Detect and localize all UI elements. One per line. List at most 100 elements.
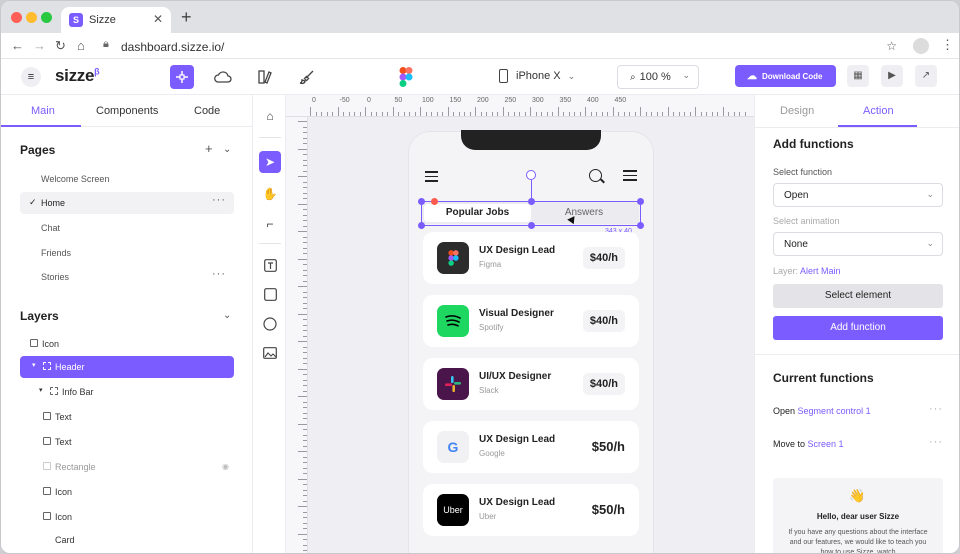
more-icon[interactable]: ··· bbox=[212, 268, 226, 280]
resize-handle[interactable] bbox=[418, 198, 425, 205]
function-row[interactable]: Move to Screen 1 ··· bbox=[773, 436, 943, 449]
frame-tool-icon[interactable] bbox=[170, 65, 194, 89]
maximize-window-button[interactable] bbox=[41, 12, 52, 23]
job-title: UX Design Lead bbox=[479, 434, 556, 445]
select-animation-dropdown[interactable]: None ⌄ bbox=[773, 232, 943, 256]
resize-handle[interactable] bbox=[431, 198, 438, 205]
search-icon[interactable] bbox=[589, 169, 602, 182]
forward-icon[interactable]: → bbox=[33, 38, 46, 53]
ruler-tick bbox=[303, 236, 307, 238]
browser-tab[interactable]: S Sizze ✕ bbox=[61, 7, 171, 33]
device-selector[interactable]: iPhone X ⌄ bbox=[499, 69, 575, 83]
layer-item[interactable]: Card bbox=[20, 529, 234, 551]
more-icon[interactable]: ··· bbox=[212, 194, 226, 206]
ruler-tick bbox=[700, 112, 702, 116]
close-window-button[interactable] bbox=[11, 12, 22, 23]
hand-icon[interactable]: ✋ bbox=[259, 183, 281, 205]
job-title: UI/UX Designer bbox=[479, 371, 552, 382]
caret-down-icon[interactable]: ▾ bbox=[39, 386, 43, 394]
add-page-icon[interactable]: + bbox=[205, 141, 213, 156]
design-canvas[interactable]: 0 -50 0 50 100 150 200 250 300 350 400 450 Popular … bbox=[286, 95, 754, 553]
resize-handle[interactable] bbox=[528, 198, 535, 205]
layer-item[interactable]: Icon bbox=[20, 481, 234, 503]
function-target[interactable]: Screen 1 bbox=[808, 439, 844, 449]
page-item-welcome-screen[interactable]: Welcome Screen bbox=[20, 168, 234, 190]
layer-item[interactable]: Icon bbox=[20, 333, 234, 355]
caret-down-icon[interactable]: ▾ bbox=[32, 361, 36, 369]
rectangle-tool-icon[interactable] bbox=[259, 284, 281, 306]
page-item-home[interactable]: ✓ Home ··· bbox=[20, 192, 234, 214]
tab-main[interactable]: Main bbox=[31, 105, 55, 117]
layer-item[interactable]: ▾ Info Bar bbox=[20, 381, 234, 403]
layer-item[interactable]: Rectangle ◉ bbox=[20, 456, 234, 478]
tab-components[interactable]: Components bbox=[96, 105, 158, 117]
job-card[interactable]: UI/UX Designer Slack $40/h bbox=[423, 358, 639, 410]
bookmark-star-icon[interactable]: ☆ bbox=[886, 39, 897, 53]
browser-menu-icon[interactable]: ⋮ bbox=[941, 37, 954, 53]
page-item-friends[interactable]: Friends bbox=[20, 242, 234, 264]
job-card[interactable]: Uber UX Design Lead Uber $50/h bbox=[423, 484, 639, 536]
layer-item[interactable]: Icon bbox=[20, 506, 234, 528]
ruler-tick bbox=[303, 143, 307, 144]
chevron-down-icon[interactable]: ⌄ bbox=[223, 310, 231, 321]
add-function-button[interactable]: Add function bbox=[773, 316, 943, 340]
pen-ruler-icon[interactable] bbox=[253, 65, 277, 89]
zoom-select[interactable]: ⌕ 100 % ⌄ bbox=[617, 65, 699, 89]
url-field[interactable]: 🔒︎ dashboard.sizze.io/ ☆ bbox=[97, 36, 907, 56]
page-item-chat[interactable]: Chat bbox=[20, 217, 234, 239]
minimize-window-button[interactable] bbox=[26, 12, 37, 23]
filter-icon[interactable] bbox=[623, 170, 637, 184]
hamburger-icon[interactable] bbox=[425, 171, 438, 185]
text-tool-icon[interactable] bbox=[259, 255, 281, 277]
layer-info-value[interactable]: Alert Main bbox=[800, 266, 841, 276]
more-icon[interactable]: ··· bbox=[929, 403, 943, 415]
tab-design[interactable]: Design bbox=[780, 105, 814, 117]
layer-item[interactable]: Text bbox=[20, 431, 234, 453]
paint-brush-icon[interactable] bbox=[295, 65, 319, 89]
play-icon[interactable]: ▶ bbox=[881, 65, 903, 87]
home-icon[interactable]: ⌂ bbox=[77, 38, 85, 53]
close-tab-icon[interactable]: ✕ bbox=[153, 12, 163, 26]
function-target[interactable]: Segment control 1 bbox=[798, 406, 871, 416]
resize-handle[interactable] bbox=[637, 222, 644, 229]
select-function-dropdown[interactable]: Open ⌄ bbox=[773, 183, 943, 207]
corner-icon[interactable]: ⌐ bbox=[259, 213, 281, 235]
page-label: Stories bbox=[41, 272, 70, 282]
resize-handle[interactable] bbox=[528, 222, 535, 229]
select-animation-label: Select animation bbox=[773, 216, 840, 226]
job-card[interactable]: Visual Designer Spotify $40/h bbox=[423, 295, 639, 347]
function-row[interactable]: Open Segment control 1 ··· bbox=[773, 403, 943, 416]
download-code-button[interactable]: ☁ Download Code bbox=[735, 65, 836, 87]
chevron-down-icon[interactable]: ⌄ bbox=[223, 144, 231, 155]
hidden-eye-icon[interactable]: ◉ bbox=[222, 462, 229, 471]
reload-icon[interactable]: ↻ bbox=[55, 38, 66, 54]
more-icon[interactable]: ··· bbox=[929, 436, 943, 448]
ruler-tick bbox=[298, 203, 307, 205]
job-card[interactable]: UX Design Lead Figma $40/h bbox=[423, 232, 639, 284]
select-cursor-icon[interactable]: ➤ bbox=[259, 151, 281, 173]
grid-icon[interactable]: ▦ bbox=[847, 65, 869, 87]
layer-item[interactable]: Text bbox=[20, 406, 234, 428]
figma-icon[interactable] bbox=[399, 67, 413, 87]
job-card[interactable]: G UX Design Lead Google $50/h bbox=[423, 421, 639, 473]
cloud-icon[interactable] bbox=[211, 65, 235, 89]
share-icon[interactable]: ↗ bbox=[915, 65, 937, 87]
tab-action[interactable]: Action bbox=[863, 105, 894, 117]
resize-handle[interactable] bbox=[637, 198, 644, 205]
home-icon[interactable]: ⌂ bbox=[259, 105, 281, 127]
new-tab-icon[interactable]: + bbox=[181, 7, 192, 28]
ellipse-tool-icon[interactable] bbox=[259, 313, 281, 335]
ruler-tick bbox=[332, 112, 333, 116]
image-tool-icon[interactable] bbox=[259, 342, 281, 364]
back-icon[interactable]: ← bbox=[11, 38, 24, 53]
rotation-handle[interactable] bbox=[526, 170, 536, 180]
menu-icon[interactable]: ≡ bbox=[21, 67, 41, 87]
tab-code[interactable]: Code bbox=[194, 105, 220, 117]
profile-avatar[interactable] bbox=[913, 38, 929, 54]
select-element-button[interactable]: Select element bbox=[773, 284, 943, 308]
page-item-stories[interactable]: Stories ··· bbox=[20, 266, 234, 288]
phone-frame[interactable]: Popular Jobs Answers 343 x 40 UX Design … bbox=[408, 130, 654, 553]
layer-item-header[interactable]: ▾ Header bbox=[20, 356, 234, 378]
uber-icon: Uber bbox=[437, 494, 469, 526]
resize-handle[interactable] bbox=[418, 222, 425, 229]
